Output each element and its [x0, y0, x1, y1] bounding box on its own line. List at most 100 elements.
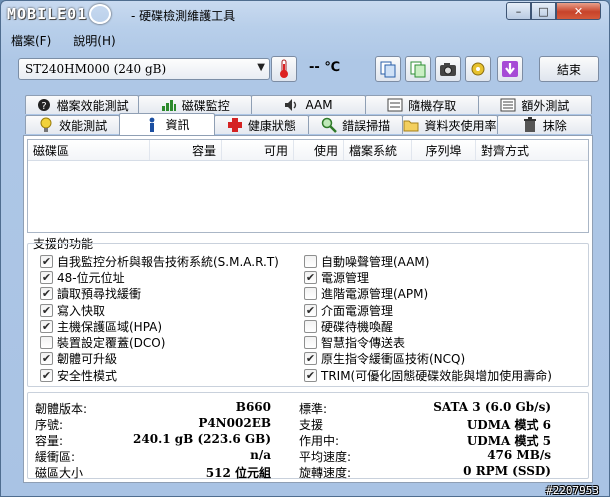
checkbox-checked[interactable]: ✔: [40, 270, 53, 284]
info-row: 韌體版本: B660: [35, 399, 271, 416]
col-alignment[interactable]: 對齊方式: [476, 140, 588, 160]
feature-label: 電源管理: [321, 270, 370, 285]
tab-label: 資訊: [165, 118, 190, 132]
toolbar: ST240HM000 (240 gB) ▼ -- ℃ 結束: [9, 53, 603, 87]
feature-label: 介面電源管理: [321, 303, 394, 318]
tab-label: 隨機存取: [408, 98, 457, 113]
tab-label: 檔案效能測試: [56, 98, 129, 113]
col-capacity[interactable]: 容量: [150, 140, 222, 160]
menu-help[interactable]: 說明(H): [71, 31, 117, 49]
minimize-button[interactable]: –: [506, 2, 531, 20]
tab-erase[interactable]: 抹除: [496, 115, 592, 134]
tab-label: 資料夾使用率: [424, 118, 497, 133]
tools-icon: [471, 62, 485, 76]
col-filesystem[interactable]: 檔案系統: [344, 140, 412, 160]
thermometer-button[interactable]: [271, 56, 297, 82]
drive-info-group: 韌體版本: B660 序號: P4N002EB 容量: 240.1 gB (223.6 G…: [27, 392, 589, 480]
feature-label: 原生指令緩衝區技術(NCQ): [321, 352, 466, 367]
tab-file-benchmark[interactable]: ? 檔案效能測試: [25, 95, 140, 114]
health-cross-icon: [227, 117, 243, 133]
checkbox-unchecked[interactable]: [304, 336, 317, 350]
logo-text: MOBILE01: [7, 5, 88, 23]
col-port[interactable]: 序列埠: [412, 140, 476, 160]
drive-select-value: ST240HM000 (240 gB): [25, 62, 167, 76]
menu-bar: 檔案(F) 說明(H): [9, 31, 118, 49]
col-used[interactable]: 使用: [294, 140, 344, 160]
tab-error-scan[interactable]: 錯誤掃描: [307, 115, 404, 134]
speaker-icon: [284, 97, 300, 113]
tab-info[interactable]: 資訊: [119, 113, 215, 135]
feature-item: 自動噪聲管理(AAM): [304, 253, 552, 269]
col-volume[interactable]: 磁碟區: [28, 140, 150, 160]
info-row: 支援 UDMA 模式 6: [299, 415, 551, 432]
chevron-down-icon: ▼: [257, 62, 265, 73]
tab-aam[interactable]: AAM: [251, 95, 366, 114]
close-button[interactable]: ✕: [556, 2, 601, 20]
checkbox-checked[interactable]: ✔: [40, 254, 53, 268]
checkbox-checked[interactable]: ✔: [304, 270, 317, 284]
copy-button[interactable]: [375, 56, 401, 82]
tab-benchmark[interactable]: 效能測試: [25, 115, 121, 134]
tabs-row-top: ? 檔案效能測試 磁碟監控 AAM 隨機存取 額外測試: [25, 95, 593, 114]
checkbox-unchecked[interactable]: [304, 287, 317, 301]
feature-item: 進階電源管理(APM): [304, 286, 552, 302]
tab-health[interactable]: 健康狀態: [213, 115, 309, 134]
info-value: 0 RPM (SSD): [463, 464, 551, 478]
checkbox-unchecked[interactable]: [40, 336, 53, 350]
col-free[interactable]: 可用: [222, 140, 294, 160]
thermometer-icon: [280, 59, 288, 78]
feature-label: TRIM(可優化固態硬碟效能與增加使用壽命): [321, 368, 552, 383]
maximize-button[interactable]: □: [531, 2, 556, 20]
feature-item: 裝置設定覆蓋(DCO): [40, 334, 279, 350]
trash-icon: [522, 117, 538, 133]
tab-extra-tests[interactable]: 額外測試: [477, 95, 593, 114]
checkbox-checked[interactable]: ✔: [40, 287, 53, 301]
feature-label: 讀取預尋找緩衝: [57, 287, 142, 302]
feature-label: 安全性模式: [57, 368, 118, 383]
feature-item: ✔ 介面電源管理: [304, 302, 552, 318]
copy-icon: [380, 61, 396, 78]
tab-label: AAM: [305, 98, 333, 112]
tab-random-access[interactable]: 隨機存取: [364, 95, 479, 114]
checkbox-checked[interactable]: ✔: [304, 303, 317, 317]
checkbox-checked[interactable]: ✔: [40, 352, 53, 366]
app-logo: MOBILE01: [7, 4, 112, 24]
feature-label: 韌體可升級: [57, 352, 118, 367]
tab-folder-usage[interactable]: 資料夾使用率: [402, 115, 498, 134]
info-row: 旋轉速度: 0 RPM (SSD): [299, 463, 551, 480]
copy-all-button[interactable]: [405, 56, 431, 82]
download-button[interactable]: [497, 56, 523, 82]
checkbox-checked[interactable]: ✔: [304, 368, 317, 382]
copy-all-icon: [410, 61, 426, 78]
tab-disk-monitor[interactable]: 磁碟監控: [138, 95, 253, 114]
screenshot-button[interactable]: [435, 56, 461, 82]
menu-file[interactable]: 檔案(F): [9, 31, 53, 49]
tab-label: 抹除: [542, 118, 567, 133]
info-icon: [144, 117, 160, 133]
disk-monitor-icon: [161, 97, 177, 113]
file-benchmark-icon: ?: [36, 97, 52, 113]
feature-label: 自我監控分析與報告技術系統(S.M.A.R.T): [57, 254, 279, 269]
checkbox-unchecked[interactable]: [304, 319, 317, 333]
checkbox-checked[interactable]: ✔: [40, 319, 53, 333]
info-value: n/a: [250, 448, 271, 462]
feature-label: 寫入快取: [57, 303, 106, 318]
checkbox-checked[interactable]: ✔: [40, 368, 53, 382]
drive-info-right: 標準: SATA 3 (6.0 Gb/s) 支援 UDMA 模式 6 作用中: UDMA …: [299, 399, 551, 480]
options-button[interactable]: [465, 56, 491, 82]
feature-item: 硬碟待機喚醒: [304, 318, 552, 334]
drive-select[interactable]: ST240HM000 (240 gB) ▼: [18, 58, 270, 80]
camera-icon: [440, 63, 456, 76]
info-value: SATA 3 (6.0 Gb/s): [433, 400, 551, 414]
download-arrow-icon: [502, 61, 518, 77]
exit-button[interactable]: 結束: [539, 56, 599, 82]
checkbox-unchecked[interactable]: [304, 254, 317, 268]
partition-table[interactable]: 磁碟區 容量 可用 使用 檔案系統 序列埠 對齊方式: [27, 139, 589, 233]
features-right: 自動噪聲管理(AAM) ✔ 電源管理 進階電源管理(APM) ✔ 介面電源管理 硬碟待機喚醒…: [304, 253, 552, 383]
checkbox-checked[interactable]: ✔: [304, 352, 317, 366]
bulb-icon: [38, 117, 54, 133]
info-row: 緩衝區: n/a: [35, 447, 271, 464]
svg-text:?: ?: [41, 101, 46, 112]
info-value: P4N002EB: [198, 416, 271, 430]
checkbox-checked[interactable]: ✔: [40, 303, 53, 317]
